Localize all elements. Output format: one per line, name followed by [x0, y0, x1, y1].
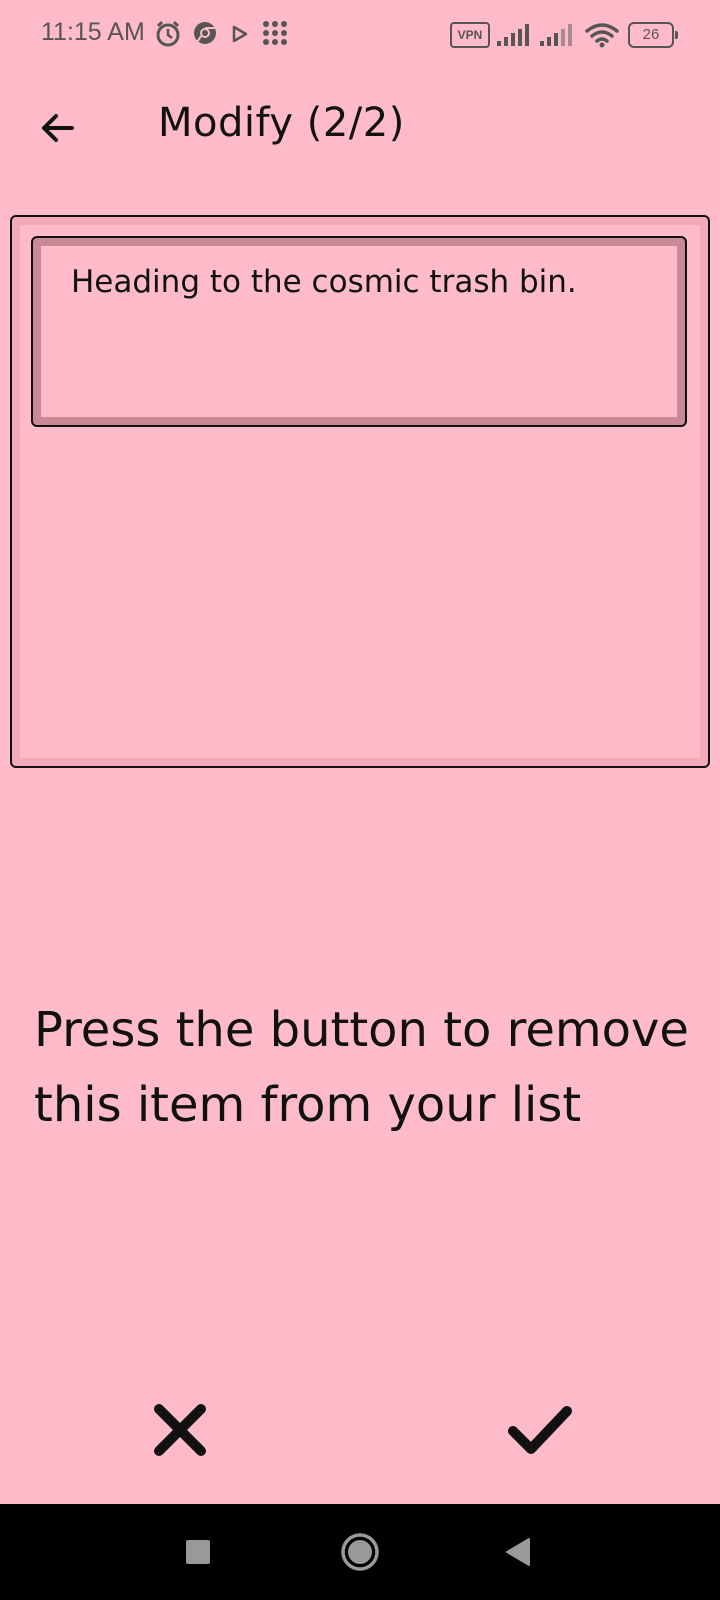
navigation-bar: [0, 1504, 720, 1600]
signal-icon: [497, 24, 529, 46]
note-text[interactable]: Heading to the cosmic trash bin.: [41, 246, 677, 417]
close-icon: [154, 1404, 206, 1456]
vpn-badge: VPN: [450, 22, 490, 48]
back-triangle-icon: [506, 1538, 530, 1566]
recents-square-icon: [186, 1540, 210, 1564]
check-icon: [508, 1406, 572, 1454]
battery-icon: 26: [628, 22, 678, 48]
cancel-button[interactable]: [145, 1395, 215, 1465]
chrome-icon: [194, 22, 216, 45]
apps-grid-icon: [263, 21, 287, 45]
recents-button[interactable]: [176, 1530, 220, 1574]
status-bar: 11:15 AM VPN 26: [0, 0, 720, 70]
arrow-left-icon: [42, 114, 74, 142]
home-button[interactable]: [338, 1530, 382, 1574]
play-icon: [232, 25, 248, 43]
page-title: Modify (2/2): [158, 100, 405, 146]
nav-back-button[interactable]: [497, 1530, 541, 1574]
confirm-button[interactable]: [505, 1395, 575, 1465]
wifi-icon: [585, 23, 619, 48]
back-button[interactable]: [30, 100, 86, 156]
home-circle-icon: [341, 1533, 379, 1571]
note-text-field[interactable]: Heading to the cosmic trash bin.: [31, 236, 687, 427]
remove-instruction-text: Press the button to remove this item fro…: [34, 1002, 689, 1133]
signal-icon: [540, 24, 572, 46]
status-time: 11:15 AM: [41, 18, 145, 46]
alarm-icon: [156, 20, 180, 47]
